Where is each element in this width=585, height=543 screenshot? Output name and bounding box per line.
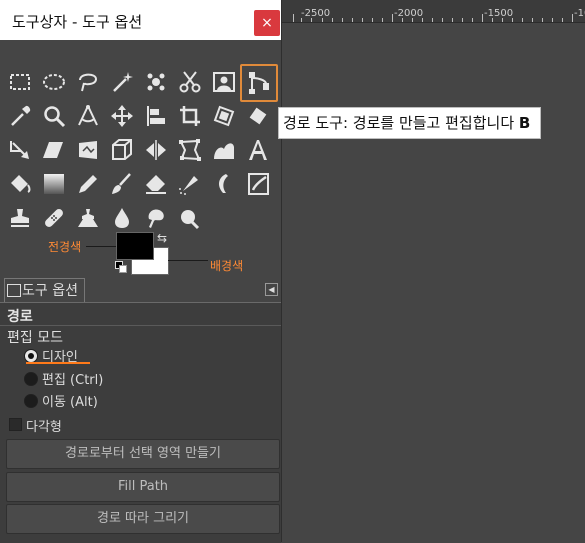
rotate-icon[interactable]: [242, 100, 274, 132]
mode-move-label[interactable]: 이동 (Alt): [42, 391, 98, 410]
select-by-color-icon[interactable]: [140, 66, 172, 98]
tab-menu-icon[interactable]: ◀: [265, 283, 278, 296]
pencil-icon[interactable]: [72, 168, 104, 200]
perspective-icon[interactable]: [72, 134, 104, 166]
swap-colors-icon[interactable]: ⇆: [157, 231, 167, 245]
gradient-icon[interactable]: [38, 168, 70, 200]
fg-annotation-line: [86, 246, 116, 247]
close-button[interactable]: ×: [254, 10, 280, 36]
perspective-clone-icon[interactable]: [72, 202, 104, 234]
design-underline: [26, 362, 90, 364]
ellipse-select-icon[interactable]: [38, 66, 70, 98]
unified-transform-icon[interactable]: [208, 100, 240, 132]
3d-transform-icon[interactable]: [106, 134, 138, 166]
image-canvas[interactable]: [281, 0, 585, 542]
tab-tool-options-label: 도구 옵션: [22, 283, 78, 299]
tool-options-title: 경로: [7, 309, 33, 325]
foreground-select-icon[interactable]: [208, 66, 240, 98]
scissors-select-icon[interactable]: [174, 66, 206, 98]
airbrush-icon[interactable]: [174, 168, 206, 200]
tool-options-icon: [7, 284, 21, 297]
paintbrush-icon[interactable]: [106, 168, 138, 200]
tooltip-text: 경로 도구: 경로를 만들고 편집합니다: [283, 114, 515, 132]
bg-annotation: 배경색: [210, 259, 244, 273]
shear-icon[interactable]: [38, 134, 70, 166]
ruler-label: -1500: [484, 8, 514, 19]
ruler-label: -2500: [301, 8, 331, 19]
default-colors-icon[interactable]: [115, 261, 127, 273]
free-select-icon[interactable]: [72, 66, 104, 98]
measure-icon[interactable]: [72, 100, 104, 132]
smudge-icon[interactable]: [140, 202, 172, 234]
title-bar[interactable]: 도구상자 - 도구 옵션 ×: [0, 0, 281, 40]
window-title: 도구상자 - 도구 옵션: [12, 13, 143, 31]
ruler-label: -2000: [394, 8, 424, 19]
edit-mode-label: 편집 모드: [7, 330, 63, 346]
divider: [0, 325, 281, 326]
fuzzy-select-icon[interactable]: [106, 66, 138, 98]
tab-tool-options[interactable]: 도구 옵션: [4, 278, 85, 303]
mode-design-radio[interactable]: [24, 349, 38, 363]
blur-icon[interactable]: [106, 202, 138, 234]
text-icon[interactable]: [242, 134, 274, 166]
ruler-label: -1000: [574, 8, 585, 19]
warp-transform-icon[interactable]: [4, 134, 36, 166]
mypaint-brush-icon[interactable]: [242, 168, 274, 200]
mode-edit-radio[interactable]: [24, 372, 38, 386]
fg-annotation: 전경색: [48, 240, 82, 254]
bucket-fill-icon[interactable]: [4, 168, 36, 200]
fill-path-button[interactable]: Fill Path: [6, 472, 280, 502]
color-picker-icon[interactable]: [4, 100, 36, 132]
cage-transform-icon[interactable]: [174, 134, 206, 166]
bg-annotation-line: [168, 260, 208, 261]
toolbox-window: 도구상자 - 도구 옵션 × 경로 도구: 경로를 만들고 편집합니다 B 전경…: [0, 0, 542, 543]
zoom-icon[interactable]: [38, 100, 70, 132]
warp-icon[interactable]: [208, 134, 240, 166]
mode-move-radio[interactable]: [24, 394, 38, 408]
move-icon[interactable]: [106, 100, 138, 132]
flip-icon[interactable]: [140, 134, 172, 166]
tooltip-shortcut: B: [518, 114, 531, 132]
heal-icon[interactable]: [38, 202, 70, 234]
tooltip: 경로 도구: 경로를 만들고 편집합니다 B: [278, 107, 542, 139]
polygon-checkbox[interactable]: [9, 418, 22, 431]
align-icon[interactable]: [140, 100, 172, 132]
foreground-color-swatch[interactable]: [116, 232, 154, 260]
stroke-path-button[interactable]: 경로 따라 그리기: [6, 504, 280, 534]
ink-icon[interactable]: [208, 168, 240, 200]
paths-icon[interactable]: [240, 64, 278, 102]
rect-select-icon[interactable]: [4, 66, 36, 98]
polygon-label[interactable]: 다각형: [26, 416, 62, 435]
mode-edit-label[interactable]: 편집 (Ctrl): [42, 369, 103, 388]
selection-from-path-button[interactable]: 경로로부터 선택 영역 만들기: [6, 439, 280, 469]
horizontal-ruler[interactable]: -2500 -2000 -1500 -1000: [281, 0, 585, 23]
eraser-icon[interactable]: [140, 168, 172, 200]
clone-icon[interactable]: [4, 202, 36, 234]
dodge-burn-icon[interactable]: [174, 202, 206, 234]
crop-icon[interactable]: [174, 100, 206, 132]
